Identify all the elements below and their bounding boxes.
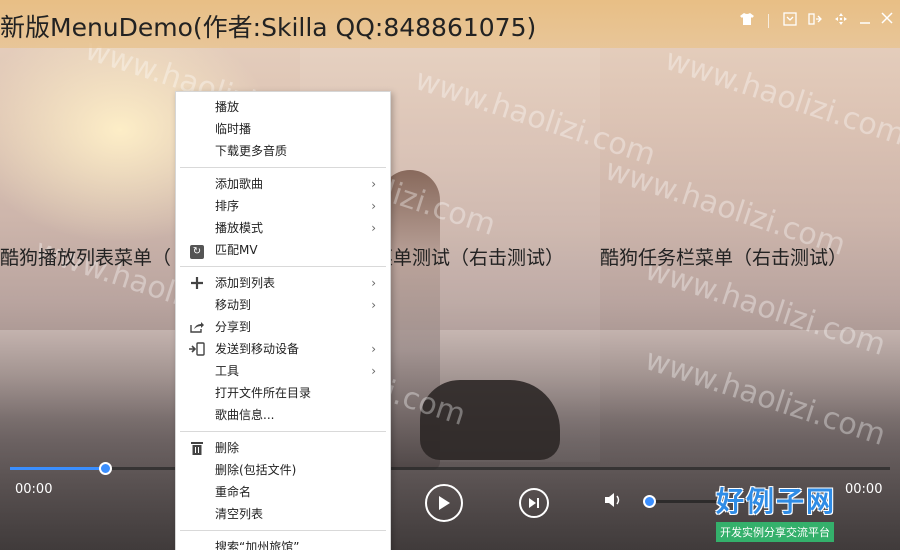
play-button[interactable]: [425, 484, 463, 522]
title-bar: 新版MenuDemo(作者:Skilla QQ:848861075): [0, 0, 900, 48]
menu-item-tools[interactable]: 工具 ›: [176, 360, 390, 382]
volume-handle[interactable]: [643, 495, 656, 508]
menu-item-add-to-list[interactable]: 添加到列表 ›: [176, 272, 390, 294]
menu-item-rename[interactable]: 重命名: [176, 481, 390, 503]
menu-separator: [180, 266, 386, 267]
menu-item-search[interactable]: 搜索“加州旅馆”: [176, 536, 390, 550]
menu-item-song-info[interactable]: 歌曲信息...: [176, 404, 390, 426]
logo-subtitle: 开发实例分享交流平台: [716, 522, 834, 542]
progress-handle[interactable]: [99, 462, 113, 475]
mini-mode-icon[interactable]: [806, 12, 824, 30]
playlist-menu-label[interactable]: 酷狗播放列表菜单（: [0, 243, 171, 270]
menu-item-sort[interactable]: 排序 ›: [176, 195, 390, 217]
menu-separator: [180, 167, 386, 168]
menu-item-match-mv[interactable]: ↻ 匹配MV: [176, 239, 390, 261]
menu-item-open-folder[interactable]: 打开文件所在目录: [176, 382, 390, 404]
menu-dropdown-icon[interactable]: [781, 12, 799, 30]
menu-item-clear-list[interactable]: 清空列表: [176, 503, 390, 525]
menu-test-label[interactable]: 菜单测试（右击测试）: [374, 243, 564, 270]
next-button[interactable]: [519, 488, 549, 518]
menu-item-temp-play[interactable]: 临时播: [176, 118, 390, 140]
menu-item-play-mode[interactable]: 播放模式 ›: [176, 217, 390, 239]
plus-icon: [188, 272, 206, 296]
menu-item-move-to[interactable]: 移动到 ›: [176, 294, 390, 316]
menu-item-add-song[interactable]: 添加歌曲 ›: [176, 173, 390, 195]
chevron-right-icon: ›: [371, 221, 376, 235]
share-icon: [188, 316, 206, 340]
site-logo: 好例子网 开发实例分享交流平台: [716, 480, 866, 542]
logo-title: 好例子网: [716, 485, 837, 518]
menu-item-share[interactable]: 分享到: [176, 316, 390, 338]
progress-fill: [10, 467, 106, 470]
next-track-icon: [529, 498, 539, 508]
menu-separator: [180, 431, 386, 432]
current-time: 00:00: [15, 482, 53, 497]
chevron-right-icon: ›: [371, 342, 376, 356]
menu-separator: [180, 530, 386, 531]
mv-icon: ↻: [188, 239, 206, 261]
chevron-right-icon: ›: [371, 199, 376, 213]
menu-item-delete[interactable]: 删除: [176, 437, 390, 459]
titlebar-separator: [768, 14, 769, 28]
close-icon[interactable]: [878, 12, 896, 30]
menu-item-play[interactable]: 播放: [176, 96, 390, 118]
move-icon[interactable]: [832, 12, 850, 30]
chevron-right-icon: ›: [371, 276, 376, 290]
taskbar-menu-label[interactable]: 酷狗任务栏菜单（右击测试）: [600, 243, 847, 270]
progress-bar[interactable]: [10, 462, 890, 475]
play-icon: [439, 496, 450, 510]
chevron-right-icon: ›: [371, 298, 376, 312]
context-menu: 播放 临时播 下载更多音质 添加歌曲 › 排序 › 播放模式 › ↻ 匹配MV 添加到…: [175, 91, 391, 550]
chevron-right-icon: ›: [371, 364, 376, 378]
volume-icon[interactable]: [603, 491, 625, 514]
menu-item-download-quality[interactable]: 下载更多音质: [176, 140, 390, 162]
chevron-right-icon: ›: [371, 177, 376, 191]
menu-item-delete-with-file[interactable]: 删除(包括文件): [176, 459, 390, 481]
menu-item-send-to-device[interactable]: 发送到移动设备 ›: [176, 338, 390, 360]
minimize-icon[interactable]: [856, 12, 874, 30]
window-title: 新版MenuDemo(作者:Skilla QQ:848861075): [0, 13, 537, 42]
skin-icon[interactable]: [738, 12, 756, 30]
